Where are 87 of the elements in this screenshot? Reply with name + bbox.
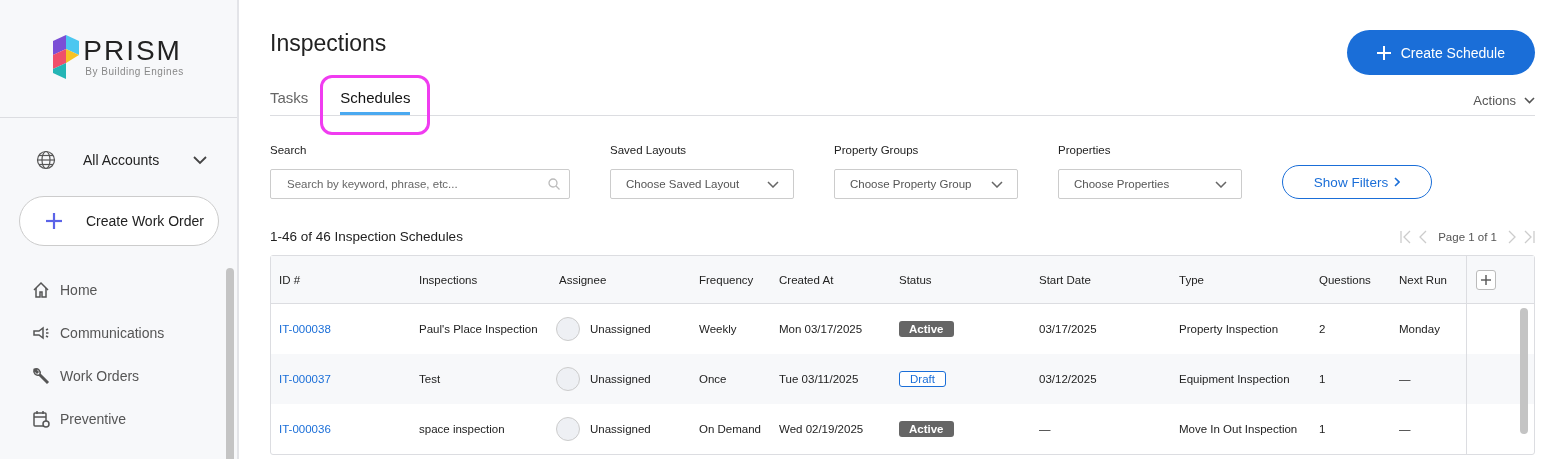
- next-page-icon[interactable]: [1507, 229, 1517, 244]
- table-cell: Unassigned: [590, 373, 651, 385]
- tab[interactable]: Schedules: [340, 89, 411, 115]
- column-header: Assignee: [559, 273, 608, 286]
- avatar-icon: [556, 367, 580, 391]
- scrollbar[interactable]: [1520, 308, 1528, 434]
- chevron-down-icon: [767, 180, 779, 188]
- logo-tagline: By Building Engines: [85, 66, 184, 77]
- dropdown[interactable]: Choose Saved Layout: [610, 169, 794, 199]
- nav-item[interactable]: Communications: [32, 311, 237, 354]
- chevron-down-icon: [991, 180, 1003, 188]
- calendar-icon: [32, 409, 50, 428]
- status-badge: Active: [899, 321, 954, 337]
- globe-icon: [36, 150, 56, 170]
- column-header: ID #: [279, 273, 302, 286]
- create-work-order-button[interactable]: Create Work Order: [19, 196, 219, 246]
- column-header: Questions: [1319, 273, 1372, 286]
- table-cell: Test: [419, 373, 441, 385]
- column-header: Type: [1179, 273, 1205, 286]
- previous-page-icon[interactable]: [1418, 229, 1429, 244]
- plus-icon: [46, 213, 62, 229]
- status-badge: Draft: [899, 371, 946, 387]
- dropdown[interactable]: Choose Property Group: [834, 169, 1018, 199]
- search-icon: [548, 178, 560, 190]
- table-cell: 1: [1319, 423, 1326, 435]
- plus-icon: [1376, 45, 1391, 60]
- table-cell: On Demand: [699, 423, 761, 435]
- table-cell: 03/12/2025: [1039, 373, 1097, 385]
- chevron-down-icon: [193, 155, 207, 165]
- table-cell: Tue 03/11/2025: [779, 373, 859, 385]
- logo-name: PRISM: [83, 36, 183, 66]
- table-cell: Unassigned: [590, 323, 651, 335]
- page-title: Inspections: [270, 30, 387, 57]
- tab[interactable]: Tasks: [270, 89, 309, 115]
- column-header: Inspections: [419, 273, 479, 286]
- table-cell: Wed 02/19/2025: [779, 423, 864, 435]
- column-header: Start Date: [1039, 273, 1092, 286]
- search-field[interactable]: Search by keyword, phrase, etc...: [270, 169, 570, 199]
- table-cell: Equipment Inspection: [1179, 373, 1290, 385]
- column-header: Next Run: [1399, 273, 1448, 286]
- nav-item[interactable]: Work Orders: [32, 354, 237, 397]
- table-cell: space inspection: [419, 423, 505, 435]
- chevron-down-icon: [1215, 180, 1227, 188]
- chevron-down-icon: [1524, 97, 1535, 104]
- column-header: Created At: [779, 273, 835, 286]
- table-cell: Paul's Place Inspection: [419, 323, 538, 335]
- add-column-button[interactable]: [1476, 269, 1496, 290]
- field-label: Properties: [1058, 144, 1112, 156]
- scrollbar[interactable]: [226, 268, 234, 459]
- show-filters-button[interactable]: Show Filters: [1282, 165, 1432, 199]
- actions-menu[interactable]: Actions: [1473, 93, 1535, 115]
- status-badge: Active: [899, 421, 954, 437]
- table-cell: Mon 03/17/2025: [779, 323, 863, 335]
- field-label: Property Groups: [834, 144, 920, 156]
- schedule-id-link[interactable]: IT-000036: [279, 423, 331, 435]
- column-header: Frequency: [699, 273, 755, 286]
- table-cell: Move In Out Inspection: [1179, 423, 1298, 435]
- field-label: Saved Layouts: [610, 144, 688, 156]
- table-cell: —: [1039, 423, 1051, 435]
- table-cell: Property Inspection: [1179, 323, 1279, 335]
- table-cell: 03/17/2025: [1039, 323, 1097, 335]
- nav-item[interactable]: Preventive: [32, 397, 237, 440]
- avatar-icon: [556, 417, 580, 441]
- avatar-icon: [556, 317, 580, 341]
- page-indicator: Page 1 of 1: [1438, 230, 1497, 243]
- column-header: Status: [899, 273, 933, 286]
- create-schedule-button[interactable]: Create Schedule: [1346, 30, 1535, 75]
- schedule-id-link[interactable]: IT-000038: [279, 323, 331, 335]
- table-cell: Once: [699, 373, 727, 385]
- table-cell: 2: [1319, 323, 1326, 335]
- field-label: Search: [270, 144, 308, 156]
- plus-icon: [1481, 274, 1491, 285]
- schedule-id-link[interactable]: IT-000037: [279, 373, 331, 385]
- table-cell: Weekly: [699, 323, 737, 335]
- table-cell: —: [1399, 373, 1411, 385]
- nav-item[interactable]: Home: [32, 268, 237, 311]
- table-cell: —: [1399, 423, 1411, 435]
- table-cell: Monday: [1399, 323, 1440, 335]
- logo-icon: [53, 34, 80, 79]
- table-cell: 1: [1319, 373, 1326, 385]
- dropdown[interactable]: Choose Properties: [1058, 169, 1242, 199]
- wrench-icon: [32, 366, 50, 385]
- table-cell: Unassigned: [590, 423, 651, 435]
- account-selector[interactable]: All Accounts: [36, 150, 207, 170]
- result-count: 1-46 of 46 Inspection Schedules: [270, 229, 463, 244]
- chevron-right-icon: [1394, 177, 1401, 187]
- home-icon: [32, 280, 50, 299]
